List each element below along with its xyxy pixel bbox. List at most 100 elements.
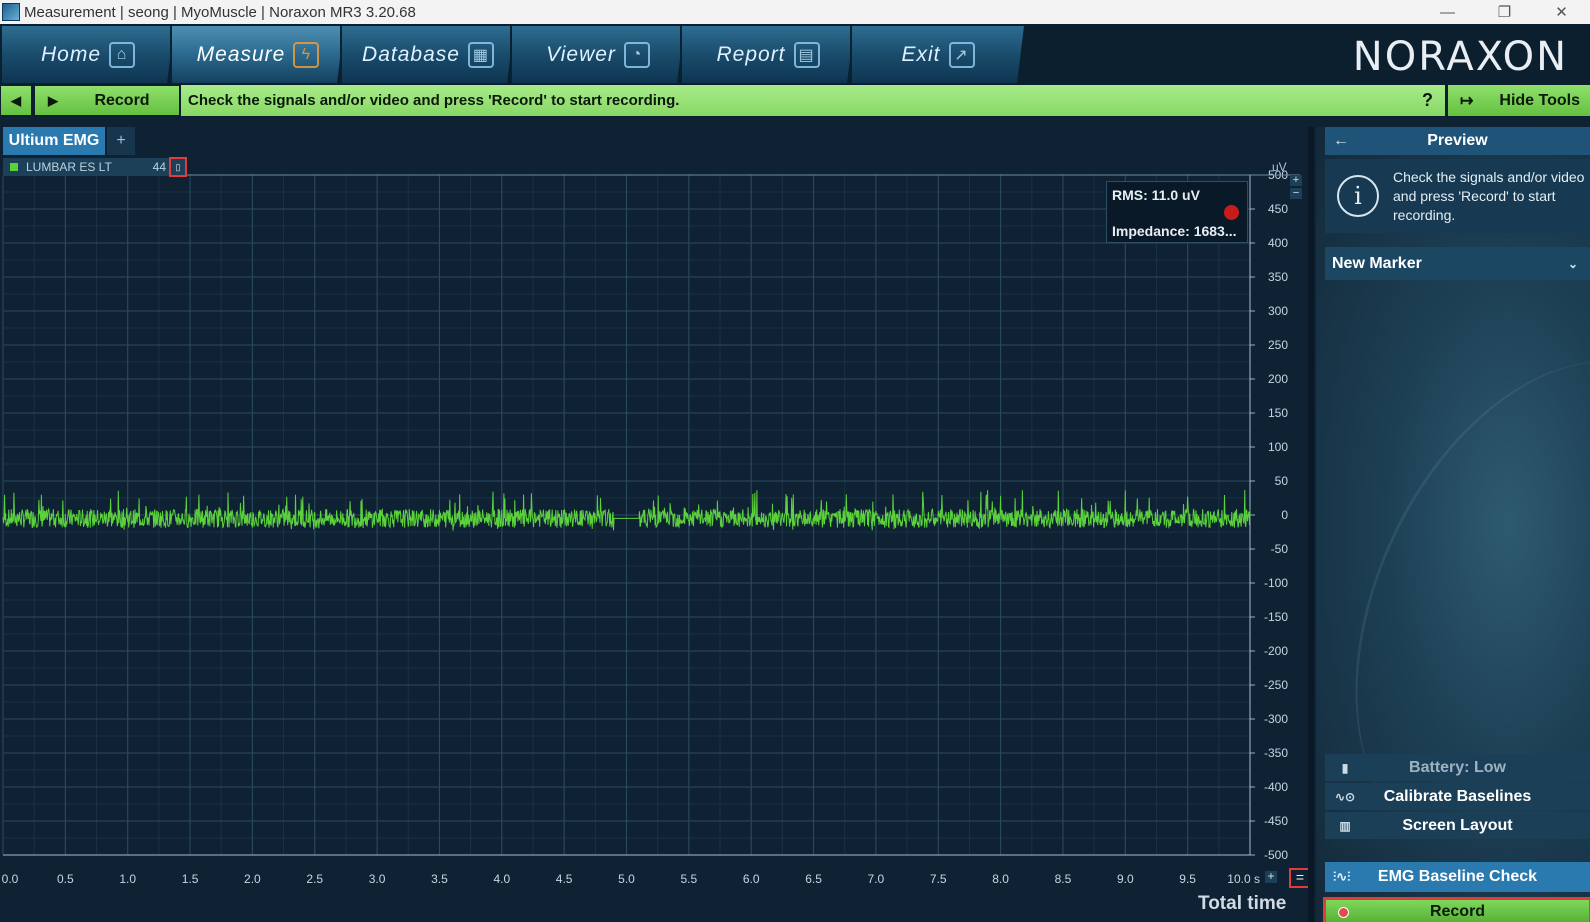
status-message-bar: Check the signals and/or video and press… (181, 85, 1445, 116)
y-tick-label: 300 (1268, 304, 1288, 318)
play-icon: ▶ (48, 92, 58, 108)
nav-tab-viewer[interactable]: Viewer ◔ (510, 26, 684, 83)
hide-tools-button[interactable]: ↦ Hide Tools (1448, 85, 1590, 116)
y-tick-label: 400 (1268, 236, 1288, 250)
window-title-bar: Measurement | seong | MyoMuscle | Noraxo… (0, 0, 1590, 24)
x-tick-label: 2.5 (306, 872, 323, 886)
info-icon: i (1337, 175, 1379, 217)
previous-button[interactable]: ◀ (0, 85, 32, 116)
back-arrow-icon[interactable]: ← (1333, 132, 1349, 150)
y-tick-label: 350 (1268, 270, 1288, 284)
record-toolbar-button[interactable]: ▶ Record (34, 85, 180, 116)
y-tick-label: 50 (1275, 474, 1289, 488)
preview-title: Preview (1427, 132, 1488, 149)
channel-number: 44 (152, 160, 166, 174)
y-tick-label: -50 (1271, 542, 1289, 556)
screen-layout-label: Screen Layout (1402, 816, 1513, 834)
nav-tab-label: Home (40, 42, 102, 66)
battery-label: Battery: Low (1409, 758, 1506, 776)
nav-tab-report[interactable]: Report ▤ (680, 26, 854, 83)
y-tick-label: 0 (1281, 508, 1288, 522)
x-tick-label: 3.5 (431, 872, 448, 886)
minimize-button[interactable]: — (1419, 0, 1476, 24)
screen-layout-button[interactable]: ▥ Screen Layout (1325, 812, 1590, 839)
y-tick-label: -200 (1264, 644, 1288, 658)
chevron-down-icon: ⌄ (1567, 256, 1578, 271)
x-tick-label: 5.0 (618, 872, 635, 886)
zoom-out-y-button[interactable]: − (1290, 188, 1302, 199)
battery-status: ▮ Battery: Low (1325, 754, 1590, 781)
status-message: Check the signals and/or video and press… (188, 92, 680, 109)
viewer-icon: ◔ (623, 41, 650, 68)
help-button[interactable]: ? (1422, 90, 1433, 111)
exit-icon: ↗ (948, 41, 975, 68)
vertical-zoom-controls: + − (1290, 175, 1302, 201)
battery-icon: ▮ (1341, 760, 1349, 775)
close-button[interactable]: ✕ (1533, 0, 1590, 24)
y-tick-label: -150 (1264, 610, 1288, 624)
impedance-value: Impedance: 1683... (1112, 223, 1237, 239)
nav-tab-label: Viewer (546, 42, 616, 66)
nav-tab-label: Measure (196, 42, 286, 66)
nav-tab-measure[interactable]: Measure ϟ (170, 26, 344, 83)
rms-value: RMS: 11.0 uV (1112, 187, 1200, 203)
record-button[interactable]: Record (1323, 897, 1590, 922)
channel-name: LUMBAR ES LT (26, 160, 112, 174)
channel-color-swatch (10, 163, 18, 171)
nav-tab-label: Report (716, 42, 786, 66)
report-icon: ▤ (793, 41, 820, 68)
main-nav-bar: Home ⌂ Measure ϟ Database ▦ Viewer ◔ Report ▤ Exit… (0, 24, 1590, 85)
record-label: Record (1429, 903, 1486, 920)
x-tick-label: 7.5 (930, 872, 947, 886)
zoom-in-x-button[interactable]: + (1265, 870, 1277, 883)
channel-header[interactable]: LUMBAR ES LT 44 ▯ (3, 157, 187, 177)
channel-marker-button[interactable]: ▯ (169, 157, 187, 177)
y-tick-label: 450 (1268, 202, 1288, 216)
y-tick-label: -300 (1264, 712, 1288, 726)
home-icon: ⌂ (109, 41, 136, 68)
y-tick-label: -450 (1264, 814, 1288, 828)
x-tick-label: 9.5 (1179, 872, 1196, 886)
emg-baseline-check-button[interactable]: ⫶∿⫶ EMG Baseline Check (1325, 862, 1590, 892)
emg-chart[interactable]: 500450400350300250200150100500-50-100-15… (0, 157, 1306, 922)
database-icon: ▦ (467, 41, 494, 68)
record-toolbar-label: Record (94, 91, 150, 109)
y-tick-label: 150 (1268, 406, 1288, 420)
preview-header: ← Preview (1325, 127, 1590, 155)
info-text: Check the signals and/or video and press… (1393, 168, 1585, 223)
nav-tab-exit[interactable]: Exit ↗ (850, 26, 1024, 83)
panel-splitter[interactable] (1308, 127, 1314, 922)
tab-ultium-emg[interactable]: Ultium EMG (3, 127, 105, 155)
noraxon-logo: NORAXON (1352, 34, 1568, 80)
y-tick-label: -500 (1264, 848, 1288, 862)
x-tick-label: 10.0 s (1227, 872, 1260, 886)
x-tick-label: 5.5 (681, 872, 698, 886)
tools-panel: ← Preview i Check the signals and/or vid… (1316, 127, 1590, 922)
restore-button[interactable]: ❐ (1476, 0, 1533, 24)
calibrate-baselines-button[interactable]: ∿⊙ Calibrate Baselines (1325, 783, 1590, 810)
x-tick-label: 4.5 (556, 872, 573, 886)
calibrate-icon: ∿⊙ (1334, 789, 1356, 804)
nav-tab-label: Exit (901, 42, 941, 66)
x-tick-label: 4.0 (493, 872, 510, 886)
emg-plot[interactable]: 500 450 400 350 300 250 200 150 100 50 0 -50 -100 -15… (0, 157, 1311, 922)
x-tick-label: 9.0 (1117, 872, 1134, 886)
nav-tabs: Home ⌂ Measure ϟ Database ▦ Viewer ◔ Report ▤ Exit… (0, 26, 1043, 83)
measure-icon: ϟ (293, 41, 320, 68)
y-tick-label: -400 (1264, 780, 1288, 794)
new-marker-label: New Marker (1332, 254, 1422, 272)
x-tick-label: 2.0 (244, 872, 261, 886)
nav-tab-home[interactable]: Home ⌂ (0, 26, 174, 83)
emg-waveform-icon: ⫶∿⫶ (1333, 869, 1351, 884)
add-tab-button[interactable]: + (107, 127, 135, 155)
hide-tools-icon: ↦ (1460, 92, 1474, 110)
x-tick-label: 8.0 (992, 872, 1009, 886)
x-tick-label: 6.0 (743, 872, 760, 886)
new-marker-dropdown[interactable]: New Marker ⌄ (1325, 247, 1590, 280)
zoom-in-y-button[interactable]: + (1290, 175, 1302, 186)
impedance-status-indicator (1224, 205, 1239, 220)
nav-tab-database[interactable]: Database ▦ (340, 26, 514, 83)
y-tick-label: -100 (1264, 576, 1288, 590)
x-tick-label: 0.0 (2, 872, 19, 886)
total-time-label: Total time (1198, 893, 1287, 914)
